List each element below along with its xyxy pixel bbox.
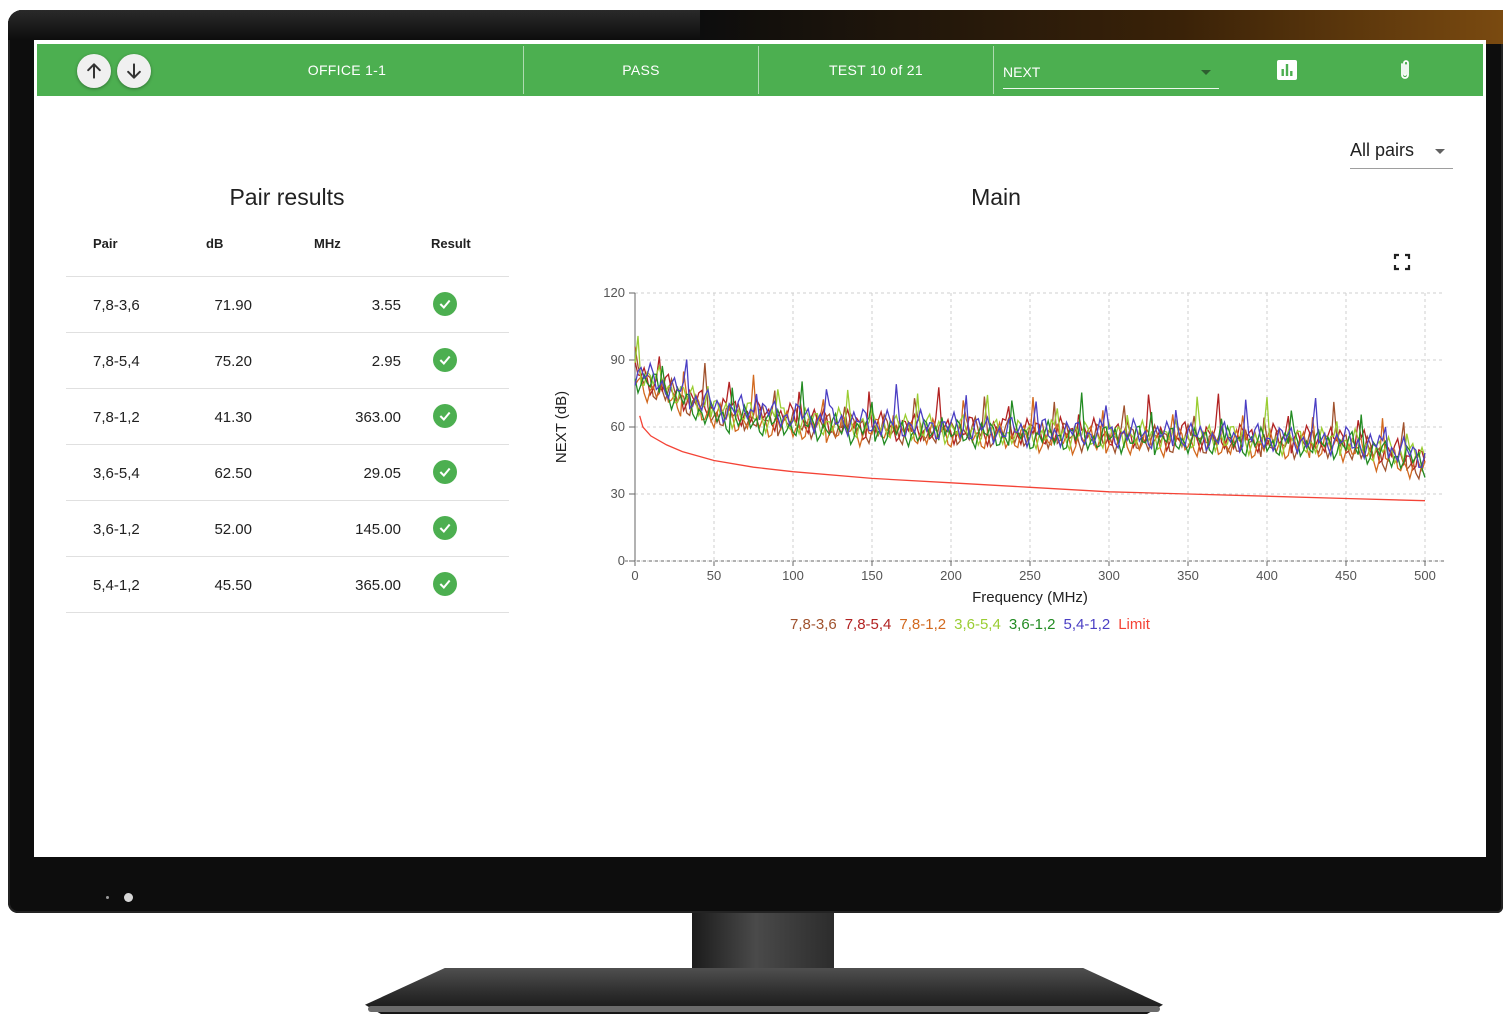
cell-mhz: 363.00 — [355, 409, 401, 426]
cell-db: 41.30 — [214, 409, 252, 426]
toolbar: OFFICE 1-1 PASS TEST 10 of 21 NEXT — [37, 44, 1483, 96]
table-row: 5,4-1,2 45.50 365.00 — [66, 557, 509, 613]
legend-item[interactable]: 7,8-3,6 — [790, 616, 837, 633]
pair-results-title: Pair results — [229, 184, 345, 210]
chevron-down-icon — [1201, 70, 1211, 75]
x-tick-label: 450 — [1335, 568, 1357, 583]
cell-db: 62.50 — [214, 465, 252, 482]
x-axis-label: Frequency (MHz) — [972, 589, 1088, 606]
fullscreen-icon[interactable] — [1392, 252, 1412, 272]
column-header-result: Result — [431, 236, 471, 251]
cell-pair: 7,8-5,4 — [93, 353, 140, 370]
cell-db: 71.90 — [214, 297, 252, 314]
pass-check-icon — [433, 516, 457, 540]
cell-pair: 5,4-1,2 — [93, 577, 140, 594]
chevron-down-icon — [1435, 149, 1445, 154]
pair-filter-value: All pairs — [1350, 140, 1415, 160]
pass-check-icon — [433, 572, 457, 596]
next-test-button[interactable] — [117, 54, 151, 88]
table-row: 7,8-5,4 75.20 2.95 — [66, 333, 509, 389]
previous-test-button[interactable] — [77, 54, 111, 88]
cell-mhz: 29.05 — [363, 465, 401, 482]
table-row: 3,6-5,4 62.50 29.05 — [66, 445, 509, 501]
arrow-up-icon — [87, 63, 101, 79]
y-tick-label: 120 — [603, 285, 625, 300]
screen: OFFICE 1-1 PASS TEST 10 of 21 NEXT All p… — [34, 40, 1486, 857]
cell-pair: 3,6-1,2 — [93, 521, 140, 538]
legend-item[interactable]: 3,6-1,2 — [1009, 616, 1056, 633]
pass-check-icon — [433, 348, 457, 372]
power-button — [124, 893, 133, 902]
bezel-glare — [8, 10, 708, 40]
legend-item[interactable]: 7,8-5,4 — [845, 616, 892, 633]
x-tick-label: 300 — [1098, 568, 1120, 583]
measurement-select[interactable]: NEXT — [1003, 54, 1219, 89]
column-header-mhz: MHz — [314, 236, 341, 251]
legend-item[interactable]: 3,6-5,4 — [954, 616, 1001, 633]
bezel-reflection — [700, 10, 1503, 44]
x-tick-label: 50 — [707, 568, 721, 583]
cell-pair: 3,6-5,4 — [93, 465, 140, 482]
monitor-stand-neck — [692, 913, 834, 971]
cell-mhz: 145.00 — [355, 521, 401, 538]
power-indicator-dot — [106, 896, 109, 899]
y-tick-label: 90 — [611, 352, 625, 367]
cell-db: 52.00 — [214, 521, 252, 538]
y-tick-label: 60 — [611, 419, 625, 434]
column-header-db: dB — [206, 236, 224, 251]
test-counter: TEST 10 of 21 — [829, 62, 923, 78]
x-tick-label: 250 — [1019, 568, 1041, 583]
table-header: Pair dB MHz Result — [66, 226, 509, 277]
legend-item[interactable]: 7,8-1,2 — [899, 616, 946, 633]
x-tick-label: 200 — [940, 568, 962, 583]
x-tick-label: 500 — [1414, 568, 1436, 583]
column-header-pair: Pair — [93, 236, 118, 251]
x-tick-label: 350 — [1177, 568, 1199, 583]
x-tick-label: 400 — [1256, 568, 1278, 583]
toolbar-divider — [993, 46, 994, 94]
pair-results-table: Pair dB MHz Result 7,8-3,6 71.90 3.55 7,… — [66, 226, 509, 613]
pass-check-icon — [433, 292, 457, 316]
table-row: 7,8-1,2 41.30 363.00 — [66, 389, 509, 445]
cell-db: 75.20 — [214, 353, 252, 370]
cell-db: 45.50 — [214, 577, 252, 594]
next-chart: 0 50 100 150 200 250 300 350 400 450 500 0 30 60 90 120… — [553, 285, 1447, 606]
chart-legend: 7,8-3,6 7,8-5,4 7,8-1,2 3,6-5,4 3,6-1,2 5,4-1… — [790, 616, 1158, 633]
cell-mhz: 2.95 — [371, 353, 401, 370]
bar-chart-icon[interactable] — [1275, 58, 1299, 82]
legend-item[interactable]: 5,4-1,2 — [1064, 616, 1111, 633]
pair-filter-select[interactable]: All pairs — [1350, 134, 1453, 169]
cell-pair: 7,8-3,6 — [93, 297, 140, 314]
pass-check-icon — [433, 404, 457, 428]
paperclip-icon[interactable] — [1393, 58, 1417, 82]
table-row: 7,8-3,6 71.90 3.55 — [66, 277, 509, 333]
measurement-select-value: NEXT — [1003, 64, 1041, 80]
location-label: OFFICE 1-1 — [307, 62, 387, 78]
y-tick-label: 30 — [611, 486, 625, 501]
cell-pair: 7,8-1,2 — [93, 409, 140, 426]
pass-check-icon — [433, 460, 457, 484]
cell-mhz: 365.00 — [355, 577, 401, 594]
status-label: PASS — [622, 62, 660, 78]
y-axis-label: NEXT (dB) — [553, 391, 570, 463]
x-tick-label: 100 — [782, 568, 804, 583]
arrow-down-icon — [127, 63, 141, 79]
monitor-stand-edge — [368, 1006, 1160, 1012]
x-tick-label: 150 — [861, 568, 883, 583]
table-row: 3,6-1,2 52.00 145.00 — [66, 501, 509, 557]
x-tick-label: 0 — [631, 568, 638, 583]
legend-item[interactable]: Limit — [1118, 616, 1150, 633]
y-tick-label: 0 — [618, 553, 625, 568]
cell-mhz: 3.55 — [371, 297, 401, 314]
chart-title: Main — [971, 184, 1021, 210]
